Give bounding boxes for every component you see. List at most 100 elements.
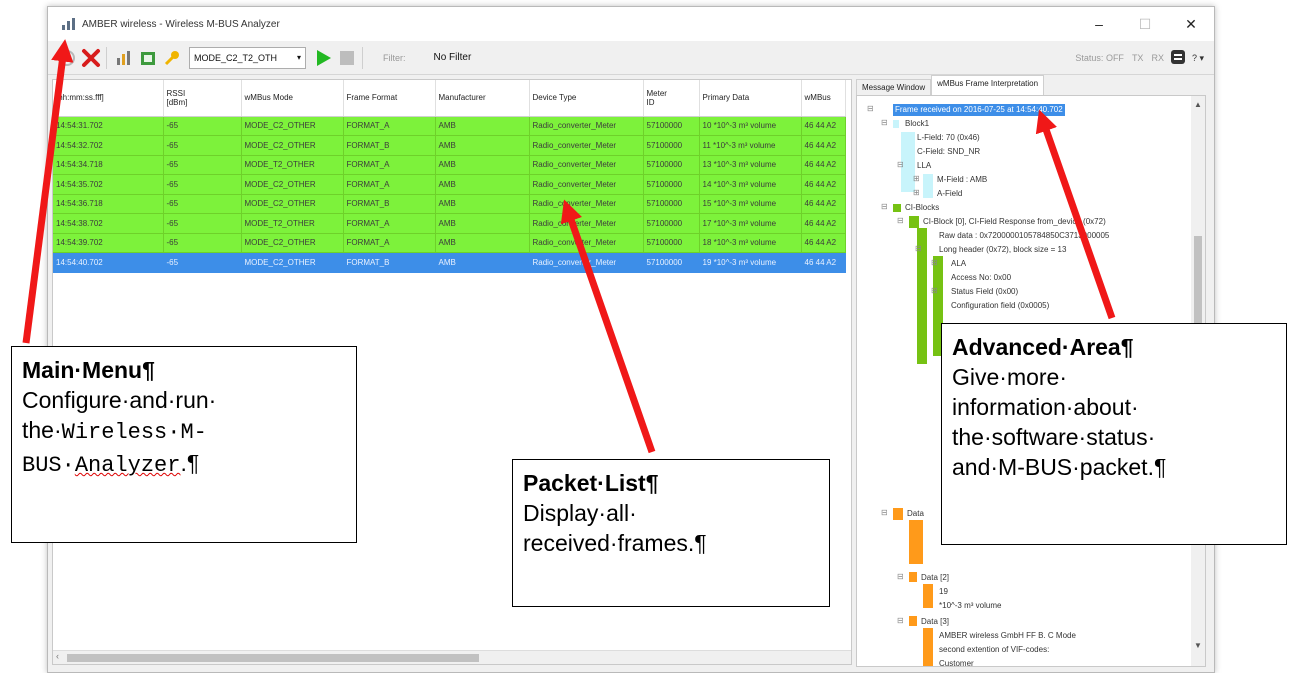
tree-data-3-line3[interactable]: Customer [939,658,974,666]
table-row[interactable]: 14:54:38.702 -65 MODE_T2_OTHER FORMAT_A AMB R… [53,213,846,234]
export-icon[interactable] [137,47,159,69]
collapse-icon[interactable]: ⊟ [915,244,922,253]
table-row[interactable]: 14:54:32.702 -65 MODE_C2_OTHER FORMAT_B AMB R… [53,135,846,156]
start-icon[interactable] [312,47,334,69]
column-header[interactable]: Primary Data [699,80,802,117]
table-row[interactable]: 14:54:35.702 -65 MODE_C2_OTHER FORMAT_A AMB R… [53,174,846,195]
expand-icon[interactable]: ⊞ [931,286,938,295]
table-row[interactable]: 14:54:31.702 -65 MODE_C2_OTHER FORMAT_A AMB R… [53,116,846,136]
tree-data-2-unit[interactable]: *10^-3 m³ volume [939,600,1001,612]
table-cell: 46 44 A2 [801,213,846,234]
tree-c-field[interactable]: C-Field: SND_NR [917,146,980,158]
table-cell: AMB [435,252,530,273]
table-cell: FORMAT_A [343,155,436,175]
mode-select[interactable]: MODE_C2_T2_OTH ▾ [189,46,306,69]
tree-ci-blocks[interactable]: CI-Blocks [905,202,939,214]
tab-message-window[interactable]: Message Window [856,79,932,95]
column-header[interactable]: Meter ID [643,80,700,117]
window-title: AMBER wireless - Wireless M-BUS Analyzer [82,18,280,30]
callout-text: and·M-BUS·packet.¶ [952,454,1167,480]
help-menu[interactable]: ? ▾ [1192,53,1204,64]
table-row[interactable]: 14:54:34.718 -65 MODE_T2_OTHER FORMAT_A AMB R… [53,155,846,175]
callout-text: Give·more· [952,364,1068,390]
tree-ci-block-0[interactable]: CI-Block [0], CI-Field Response from_dev… [923,216,1106,228]
callout-text: received·frames.¶ [523,530,707,556]
table-cell: AMB [435,213,530,234]
scroll-down-icon[interactable]: ▼ [1194,641,1202,650]
collapse-icon[interactable]: ⊟ [881,202,888,211]
tree-root[interactable]: Frame received on 2016-07-25 at 14:54:40… [893,104,1065,116]
column-header[interactable]: Manufacturer [435,80,530,117]
table-cell: MODE_T2_OTHER [241,213,344,234]
expand-icon[interactable]: ⊞ [931,258,938,267]
tree-data[interactable]: Data [907,508,924,520]
tree-l-field[interactable]: L-Field: 70 (0x46) [917,132,980,144]
collapse-icon[interactable]: ⊟ [881,118,888,127]
table-cell: 46 44 A2 [801,194,846,214]
tree-a-field[interactable]: A-Field [937,188,962,200]
table-cell: 57100000 [643,233,700,253]
status-text: Status: OFF [1075,53,1124,63]
table-row[interactable]: 14:54:36.718 -65 MODE_C2_OTHER FORMAT_B AMB R… [53,194,846,214]
tree-data-2-value[interactable]: 19 [939,586,948,598]
chart-icon[interactable] [113,47,135,69]
collapse-icon[interactable]: ⊟ [897,572,904,581]
tree-m-field[interactable]: M-Field : AMB [937,174,987,186]
column-header[interactable]: Frame Format [343,80,436,117]
table-cell: 57100000 [643,194,700,214]
table-cell: 14:54:32.702 [53,135,164,156]
tree-ala[interactable]: ALA [951,258,966,270]
table-cell: 10 *10^-3 m³ volume [699,116,802,136]
stop-icon[interactable] [336,47,358,69]
column-header[interactable]: RSSI [dBm] [163,80,242,117]
minimize-button[interactable]: – [1076,7,1122,41]
table-cell: FORMAT_A [343,213,436,234]
tree-access-no[interactable]: Access No: 0x00 [951,272,1011,284]
callout-heading: Main·Menu¶ [22,357,155,383]
collapse-icon[interactable]: ⊟ [867,104,874,113]
disconnect-icon[interactable] [80,47,102,69]
callout-code-text: BUS· [22,453,75,478]
key-icon[interactable] [161,47,183,69]
collapse-icon[interactable]: ⊟ [881,508,888,517]
tree-block1[interactable]: Block1 [905,118,929,130]
table-cell: MODE_C2_OTHER [241,116,344,136]
tree-lla[interactable]: LLA [917,160,931,172]
column-header[interactable]: wMBus Mode [241,80,344,117]
scroll-up-icon[interactable]: ▲ [1194,100,1202,109]
close-button[interactable]: ✕ [1168,7,1214,41]
tree-status-field[interactable]: Status Field (0x00) [951,286,1018,298]
tree-data-3-line1[interactable]: AMBER wireless GmbH FF B. C Mode [939,630,1076,642]
connect-icon[interactable] [56,47,78,69]
collapse-icon[interactable]: ⊟ [897,616,904,625]
expand-icon[interactable]: ⊞ [913,188,920,197]
tree-data-2[interactable]: Data [2] [921,572,949,584]
table-cell: 57100000 [643,252,700,273]
tree-data-3-line2[interactable]: second extention of VIF-codes: [939,644,1049,656]
tab-frame-interpretation[interactable]: wMBus Frame Interpretation [931,75,1045,95]
collapse-icon[interactable]: ⊟ [897,216,904,225]
maximize-button[interactable]: ☐ [1122,7,1168,41]
column-header[interactable]: wMBus [801,80,846,117]
table-row[interactable]: 14:54:39.702 -65 MODE_C2_OTHER FORMAT_A AMB R… [53,233,846,253]
column-header[interactable]: [hh:mm:ss.fff] [53,80,164,117]
settings-icon[interactable] [1170,49,1186,67]
table-cell: 14:54:36.718 [53,194,164,214]
tree-config-field[interactable]: Configuration field (0x0005) [951,300,1049,312]
filter-input[interactable]: No Filter [434,52,544,63]
scrollbar-thumb[interactable] [67,654,479,662]
table-cell: 13 *10^-3 m³ volume [699,155,802,175]
table-cell: 15 *10^-3 m³ volume [699,194,802,214]
horizontal-scrollbar[interactable]: ‹ [53,650,851,664]
expand-icon[interactable]: ⊞ [913,174,920,183]
table-cell: 14:54:31.702 [53,116,164,136]
tree-long-header[interactable]: Long header (0x72), block size = 13 [939,244,1066,256]
table-row[interactable]: 14:54:40.702 -65 MODE_C2_OTHER FORMAT_B AMB R… [53,252,846,273]
table-cell: -65 [163,174,242,195]
scroll-left-icon[interactable]: ‹ [56,651,59,661]
tree-data-3[interactable]: Data [3] [921,616,949,628]
table-cell: -65 [163,155,242,175]
column-header[interactable]: Device Type [529,80,644,117]
collapse-icon[interactable]: ⊟ [897,160,904,169]
tree-raw-data[interactable]: Raw data : 0x7200000105784850C3713000005 [939,230,1109,242]
